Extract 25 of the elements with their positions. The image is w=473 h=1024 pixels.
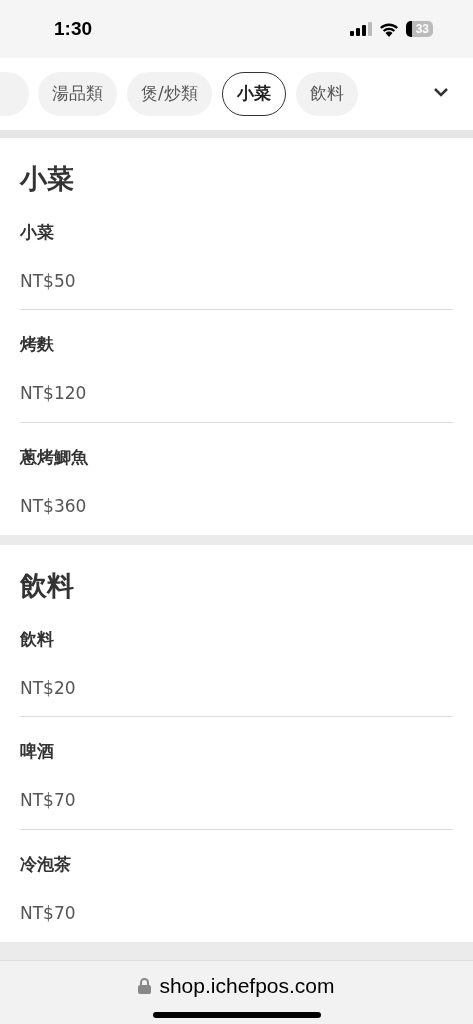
item-name[interactable]: 冷泡茶 (20, 852, 71, 876)
item-price: NT$20 (20, 677, 76, 700)
chevron-down-icon[interactable] (433, 87, 449, 97)
category-tab[interactable]: 煲/炒類 (127, 72, 212, 116)
battery-level: 33 (405, 21, 433, 37)
category-tab[interactable]: 飲料 (295, 72, 358, 116)
item-price: NT$70 (20, 902, 76, 925)
wifi-icon (378, 21, 399, 37)
item-name[interactable]: 蔥烤鯽魚 (20, 445, 88, 469)
item-name[interactable]: 烤麩 (20, 332, 54, 356)
category-tab[interactable]: 小菜 (221, 72, 286, 116)
item-name[interactable]: 啤酒 (20, 739, 54, 763)
address-url[interactable]: shop.ichefpos.com (159, 970, 335, 1002)
item-name[interactable]: 小菜 (20, 220, 54, 244)
item-price: NT$50 (20, 270, 76, 293)
section-title: 小菜 (20, 162, 75, 196)
lock-icon (138, 977, 152, 994)
item-price: NT$70 (20, 789, 76, 812)
signal-icon (349, 22, 372, 36)
item-price: NT$360 (20, 495, 87, 518)
item-price: NT$120 (20, 382, 87, 405)
item-name[interactable]: 飲料 (20, 627, 54, 651)
section-title: 飲料 (20, 569, 75, 603)
status-time: 1:30 (54, 16, 93, 41)
category-tab[interactable]: 湯品類 (38, 72, 117, 116)
